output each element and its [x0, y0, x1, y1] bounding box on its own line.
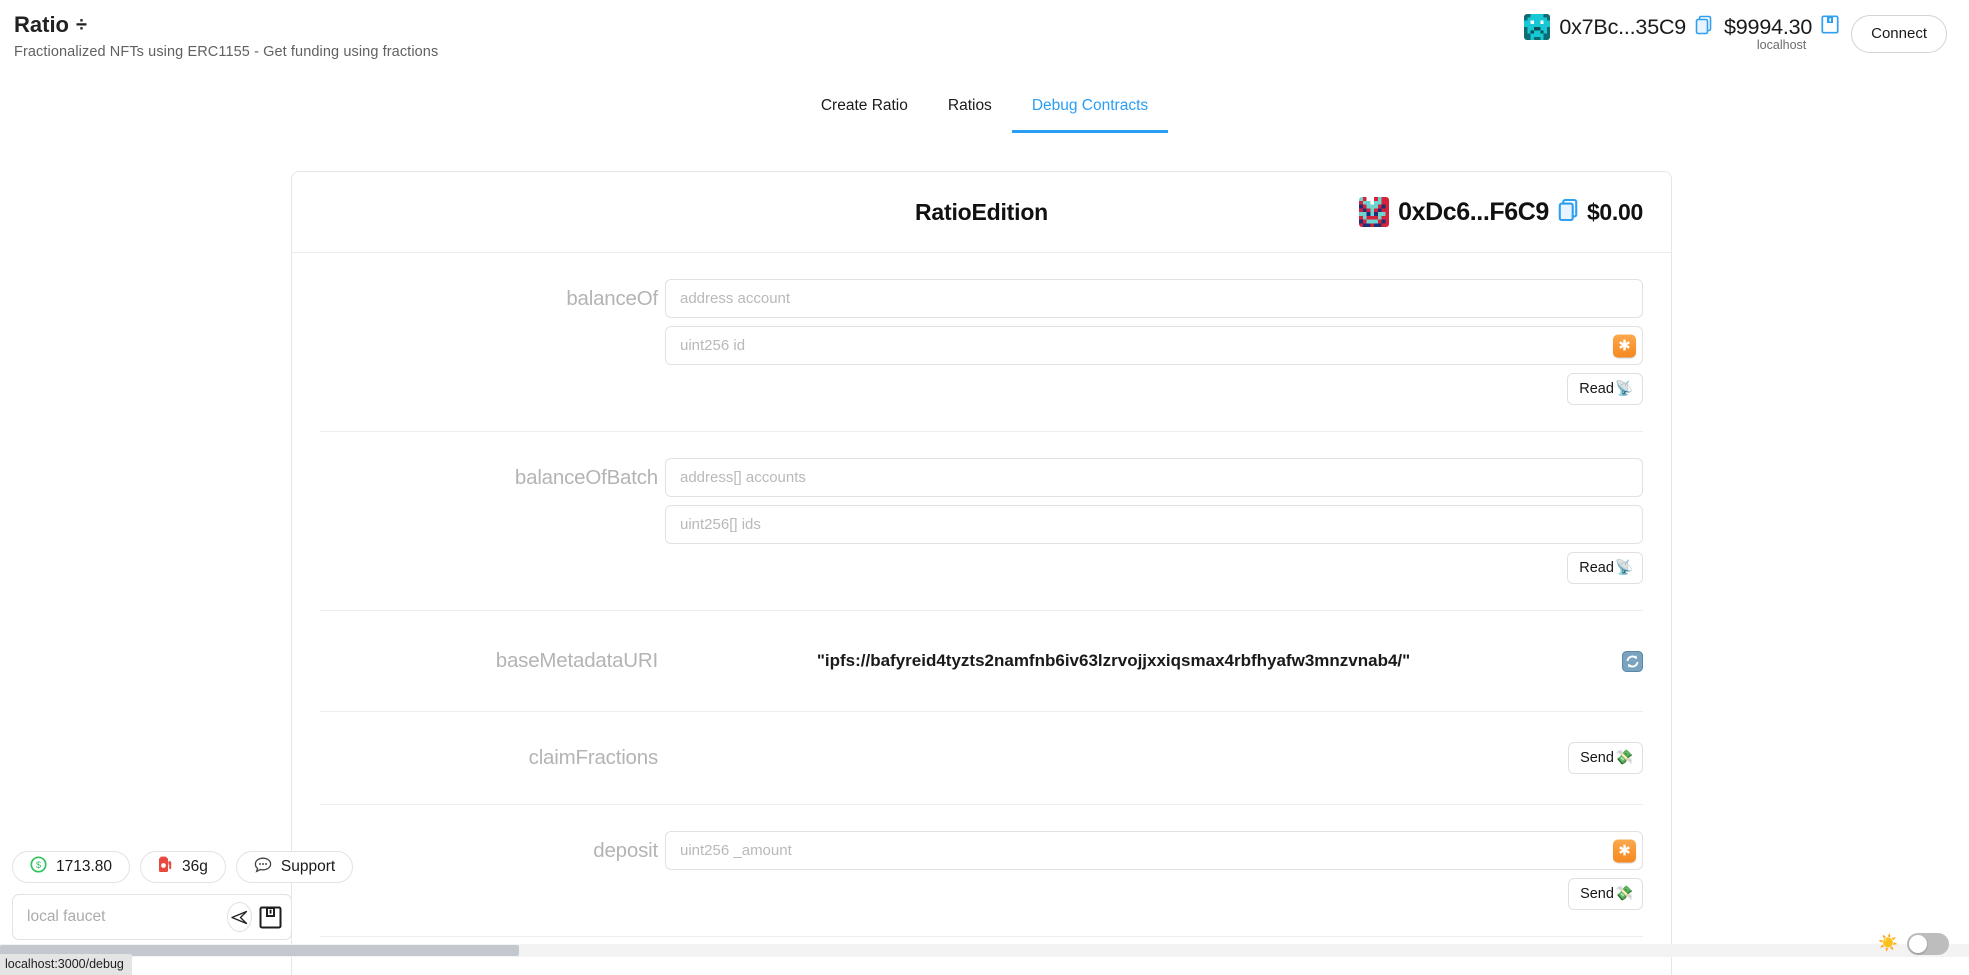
brand-tagline: Fractionalized NFTs using ERC1155 - Get … — [14, 44, 439, 60]
function-body: Send 💸 — [665, 742, 1643, 774]
read-button-label: Read — [1579, 560, 1614, 576]
floppy-disk-icon[interactable] — [1821, 15, 1839, 39]
function-name: balanceOfBatch — [514, 466, 658, 489]
app-header: Ratio ÷ Fractionalized NFTs using ERC115… — [0, 0, 1969, 82]
function-name: balanceOf — [566, 287, 658, 310]
function-row-balanceOfBatch: balanceOfBatch Read 📡 — [320, 432, 1643, 611]
nav-tabs: Create Ratio Ratios Debug Contracts — [0, 82, 1969, 140]
theme-switch[interactable] — [1907, 933, 1949, 955]
brand-title: Ratio ÷ — [14, 12, 438, 38]
contract-avatar — [1359, 197, 1390, 227]
tab-debug-contracts[interactable]: Debug Contracts — [1011, 82, 1169, 133]
send-button-label: Send — [1580, 886, 1614, 902]
function-list: balanceOf ✱ Read 📡 balanceOfBat — [292, 253, 1671, 975]
input-wrap: ✱ — [665, 831, 1643, 870]
svg-text:$: $ — [36, 860, 41, 870]
input-uint256-array-ids[interactable] — [665, 505, 1643, 544]
contract-card-header: RatioEdition 0xDc6...F6C9 $0.00 — [292, 172, 1671, 253]
contract-balance: $0.00 — [1586, 198, 1643, 225]
send-arrow-icon[interactable] — [227, 902, 253, 932]
gas-price-widget[interactable]: 36g — [140, 851, 226, 883]
function-name: claimFractions — [528, 746, 659, 769]
input-wrap — [665, 279, 1643, 318]
theme-toggle[interactable]: ☀️ — [1878, 933, 1949, 955]
input-uint256-id[interactable] — [665, 326, 1643, 365]
function-actions: Read 📡 — [665, 552, 1643, 584]
support-label: Support — [280, 858, 336, 875]
input-wrap — [665, 458, 1643, 497]
function-name: getAllowance — [320, 967, 665, 975]
input-address-account[interactable] — [665, 279, 1643, 318]
copy-icon[interactable] — [1695, 15, 1712, 40]
read-button[interactable]: Read 📡 — [1567, 373, 1643, 405]
contract-address: 0xDc6...F6C9 — [1398, 197, 1549, 226]
wallet-display[interactable]: 0x7Bc...35C9 — [1524, 14, 1712, 40]
widget-pill-row: $ 1713.80 36g Support — [12, 851, 354, 883]
multiplier-icon[interactable]: ✱ — [1613, 839, 1636, 862]
divide-icon: ÷ — [76, 14, 87, 36]
theme-switch-knob — [1909, 935, 1927, 953]
money-with-wings-icon: 💸 — [1614, 886, 1633, 902]
satellite-dish-icon: 📡 — [1614, 560, 1633, 576]
send-button[interactable]: Send 💸 — [1568, 878, 1643, 910]
send-button-label: Send — [1580, 750, 1614, 766]
function-body: ✱ Send 💸 — [665, 831, 1643, 910]
eth-price-value: 1713.80 — [56, 858, 113, 875]
function-actions: Read 📡 — [665, 373, 1643, 405]
tab-ratios[interactable]: Ratios — [928, 82, 1012, 133]
read-button[interactable]: Read 📡 — [1567, 552, 1643, 584]
balance-display: $9994.30 localhost — [1724, 14, 1839, 52]
function-row-deposit: deposit ✱ Send 💸 — [320, 805, 1643, 937]
support-button[interactable]: Support — [235, 851, 354, 883]
local-faucet-widget — [12, 894, 292, 940]
gas-price-value: 36g — [182, 858, 208, 875]
avatar — [1524, 14, 1551, 40]
sun-icon: ☀️ — [1878, 935, 1898, 952]
contract-card: RatioEdition 0xDc6...F6C9 $0.00 balanceO… — [291, 171, 1672, 975]
floppy-disk-icon[interactable] — [258, 902, 283, 932]
refresh-icon[interactable] — [1622, 650, 1643, 672]
function-row-balanceOf: balanceOf ✱ Read 📡 — [320, 253, 1643, 432]
input-uint256-amount[interactable] — [665, 831, 1643, 870]
copy-icon[interactable] — [1558, 198, 1578, 227]
eth-price-widget[interactable]: $ 1713.80 — [12, 851, 131, 883]
tab-create-ratio[interactable]: Create Ratio — [801, 82, 928, 133]
dollar-circle-icon: $ — [30, 856, 47, 878]
status-bar-url: localhost:3000/debug — [0, 954, 132, 975]
function-body: Read 📡 — [665, 458, 1643, 584]
function-row-baseMetadataURI: baseMetadataURI "ipfs://bafyreid4tyzts2n… — [320, 611, 1643, 712]
network-label: localhost — [1756, 38, 1807, 52]
horizontal-scrollbar[interactable] — [0, 944, 1969, 957]
bottom-left-widgets: $ 1713.80 36g Support local faucet — [12, 851, 354, 940]
send-button[interactable]: Send 💸 — [1568, 742, 1643, 774]
speech-bubble-icon — [254, 857, 272, 878]
input-wrap: ✱ — [665, 326, 1643, 365]
function-row-claimFractions: claimFractions Send 💸 — [320, 712, 1643, 805]
function-name: deposit — [593, 839, 658, 862]
satellite-dish-icon: 📡 — [1614, 381, 1633, 397]
function-actions: Send 💸 — [665, 878, 1643, 910]
money-with-wings-icon: 💸 — [1614, 750, 1633, 766]
brand-name: Ratio — [14, 12, 69, 37]
connect-button[interactable]: Connect — [1851, 15, 1947, 53]
balance-row: $9994.30 — [1724, 14, 1839, 40]
read-button-label: Read — [1579, 381, 1614, 397]
input-address-array-accounts[interactable] — [665, 458, 1643, 497]
header-right: 0x7Bc...35C9 $9994.30 localhost Connect — [1524, 0, 1969, 53]
function-body: ✱ Read 📡 — [665, 279, 1643, 405]
brand[interactable]: Ratio ÷ Fractionalized NFTs using ERC115… — [0, 0, 438, 62]
function-name: baseMetadataURI — [495, 649, 658, 672]
faucet-address-input[interactable] — [27, 908, 227, 926]
input-wrap — [665, 505, 1643, 544]
balance-amount: $9994.30 — [1724, 15, 1813, 39]
contract-identity: 0xDc6...F6C9 $0.00 — [1359, 197, 1643, 227]
wallet-address: 0x7Bc...35C9 — [1559, 15, 1687, 39]
function-value: "ipfs://bafyreid4tyzts2namfnb6iv63lzrvoj… — [816, 651, 1411, 670]
multiplier-icon[interactable]: ✱ — [1613, 334, 1636, 357]
fuel-pump-icon — [158, 856, 173, 878]
